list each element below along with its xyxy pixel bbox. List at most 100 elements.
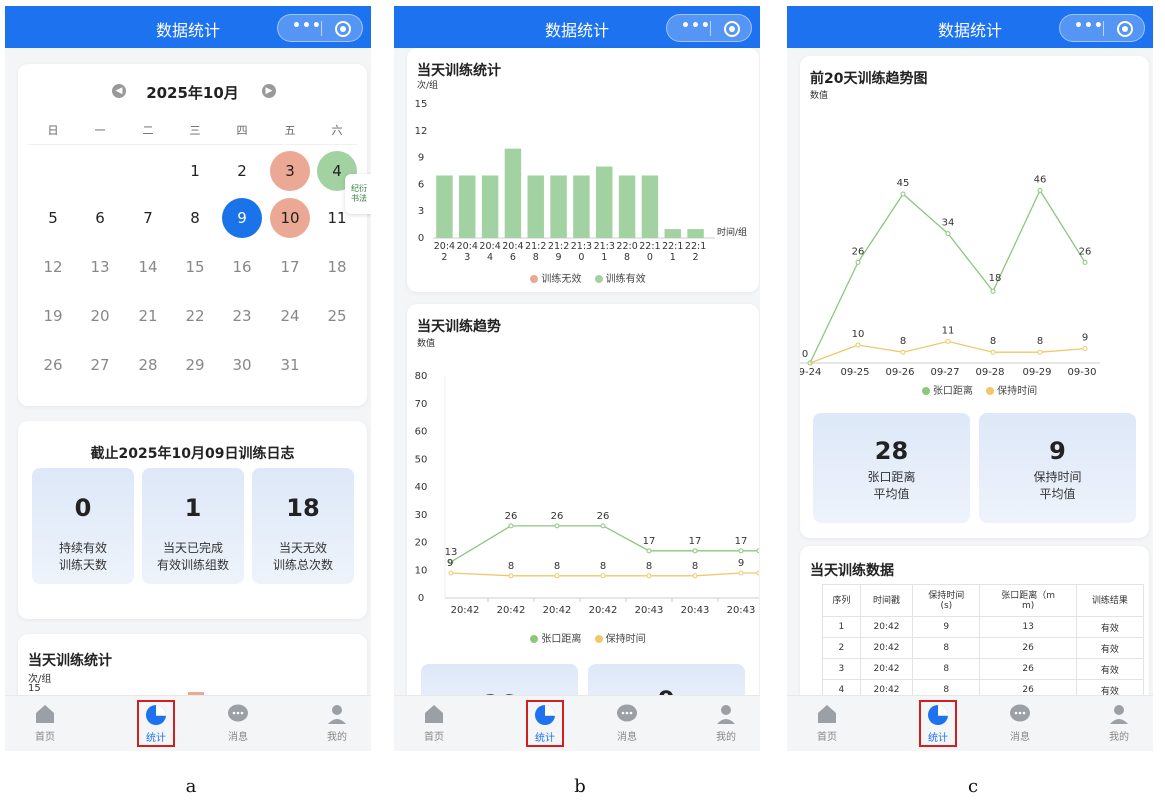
- tab-home[interactable]: 首页: [404, 702, 464, 743]
- calendar-day[interactable]: 31: [270, 345, 310, 385]
- y-tick-label: 50: [415, 454, 428, 465]
- tab-chat-bubble[interactable]: 消息: [597, 702, 657, 743]
- today-data-table: 序列 时间戳 保持时间 (s) 张口距离（m m) 训练结果 1 20:42 9 13 有效 2 20…: [822, 584, 1145, 701]
- calendar-day[interactable]: 19: [33, 296, 73, 336]
- y-tick-label: 10: [415, 565, 428, 576]
- brand-badge-icon[interactable]: 纪衍 书法: [345, 174, 371, 214]
- calendar-day[interactable]: 7: [128, 198, 168, 238]
- x-tick-label: 3: [464, 252, 470, 263]
- calendar-day[interactable]: 15: [175, 247, 215, 287]
- table-header-cell: 保持时间 (s): [912, 584, 981, 617]
- tab-pie-chart[interactable]: 统计: [526, 700, 564, 747]
- weekday-label: 一: [94, 124, 106, 137]
- calendar-divider: [28, 144, 357, 145]
- more-dots-icon[interactable]: •••: [292, 18, 322, 34]
- tab-pie-chart[interactable]: 统计: [137, 700, 175, 747]
- calendar-day[interactable]: 12: [33, 247, 73, 287]
- tab-pie-chart[interactable]: 统计: [919, 700, 957, 747]
- tab-home[interactable]: 首页: [797, 702, 857, 743]
- x-tick-label: 09-29: [1022, 367, 1051, 376]
- series-hold-line-point: [508, 573, 514, 579]
- avg-open-box: 28 张口距离 平均值: [813, 413, 970, 523]
- table-cell: 13: [979, 616, 1077, 638]
- table-row: 3 20:42 8 26 有效: [822, 658, 1145, 680]
- calendar-day[interactable]: 5: [33, 198, 73, 238]
- target-circle-icon[interactable]: [335, 21, 351, 37]
- target-circle-icon[interactable]: [724, 21, 740, 37]
- mini-program-capsule[interactable]: •••: [666, 14, 752, 42]
- data-label-hold: 11: [942, 325, 955, 336]
- more-dots-icon[interactable]: •••: [681, 18, 711, 34]
- table-cell: 26: [979, 658, 1077, 680]
- tab-label: 首页: [424, 732, 444, 743]
- x-tick-label: 0: [647, 252, 653, 263]
- avg-hold-value: 9: [1049, 437, 1066, 465]
- pie-chart-icon: [144, 703, 168, 727]
- y-tick-label: 80: [415, 371, 428, 382]
- daily-stats-first-tick: 15: [28, 683, 41, 694]
- calendar-day[interactable]: 30: [222, 345, 262, 385]
- tab-label: 我的: [716, 732, 736, 743]
- calendar-day[interactable]: 18: [317, 247, 357, 287]
- tab-chat-bubble[interactable]: 消息: [990, 702, 1050, 743]
- calendar-day[interactable]: 25: [317, 296, 357, 336]
- data-label-open: 26: [852, 246, 865, 257]
- tab-user[interactable]: 我的: [696, 702, 756, 743]
- table-header-cell: 张口距离（m m): [979, 584, 1077, 617]
- calendar-day[interactable]: 8: [175, 198, 215, 238]
- calendar-day[interactable]: 29: [175, 345, 215, 385]
- mini-program-capsule[interactable]: •••: [277, 14, 363, 42]
- series-hold-line-point: [554, 573, 560, 579]
- mini-program-capsule[interactable]: •••: [1059, 14, 1145, 42]
- calendar-day[interactable]: 14: [128, 247, 168, 287]
- data-label-open: 46: [1034, 174, 1047, 185]
- capsule-divider: [710, 21, 711, 36]
- tab-chat-bubble[interactable]: 消息: [208, 702, 268, 743]
- legend-hold-swatch: [986, 387, 995, 395]
- calendar-day[interactable]: 13: [80, 247, 120, 287]
- y-tick-label: 6: [418, 179, 424, 190]
- calendar-day[interactable]: 10: [270, 198, 310, 238]
- calendar-day[interactable]: 16: [222, 247, 262, 287]
- calendar-day[interactable]: 23: [222, 296, 262, 336]
- log-stat-label: 持续有效: [58, 541, 107, 555]
- calendar-day[interactable]: 3: [270, 151, 310, 191]
- tab-label: 我的: [327, 732, 347, 743]
- table-header-row: 序列 时间戳 保持时间 (s) 张口距离（m m) 训练结果: [822, 584, 1145, 617]
- more-dots-icon[interactable]: •••: [1074, 18, 1104, 34]
- avg-open-value: 28: [874, 437, 909, 465]
- calendar-day[interactable]: 21: [128, 296, 168, 336]
- calendar-day[interactable]: 24: [270, 296, 310, 336]
- calendar-day[interactable]: 22: [175, 296, 215, 336]
- chat-bubble-icon: [615, 702, 639, 726]
- tab-user[interactable]: 我的: [1089, 702, 1149, 743]
- calendar-day[interactable]: 26: [33, 345, 73, 385]
- calendar-day[interactable]: 1: [175, 151, 215, 191]
- next-month-icon[interactable]: ▶: [262, 84, 276, 98]
- calendar-day[interactable]: 2: [222, 151, 262, 191]
- tab-user[interactable]: 我的: [307, 702, 367, 743]
- caption-c: c: [967, 776, 979, 797]
- calendar-day[interactable]: 20: [80, 296, 120, 336]
- data-label-open: 17: [689, 536, 702, 547]
- user-icon: [325, 702, 349, 726]
- user-icon: [1107, 702, 1131, 726]
- calendar-day[interactable]: 28: [128, 345, 168, 385]
- tab-home[interactable]: 首页: [15, 702, 75, 743]
- x-tick-label: 09-28: [975, 367, 1004, 376]
- y-tick-label: 60: [415, 427, 428, 438]
- y-tick-label: 40: [415, 482, 428, 493]
- daily-trend-card: 当天训练趋势 数值 0 10 20 30 40 50 60 70 80 20:42 20:42 20:…: [407, 304, 759, 704]
- calendar-day[interactable]: 17: [270, 247, 310, 287]
- table-cell: 20:42: [859, 658, 914, 680]
- series-hold-line-point: [1082, 346, 1088, 352]
- target-circle-icon[interactable]: [1117, 21, 1133, 37]
- calendar-card: ◀ 2025年10月 ▶ 日一二三四五六 1 2 3 4 5 6 7 8 9 10 11 12 13 14 1…: [18, 64, 367, 406]
- calendar-day[interactable]: 9: [222, 198, 262, 238]
- x-tick-label: 20:4: [457, 241, 478, 252]
- calendar-day[interactable]: 6: [80, 198, 120, 238]
- table-row: 1 20:42 9 13 有效: [822, 616, 1145, 638]
- calendar-day[interactable]: 27: [80, 345, 120, 385]
- table-header-cell: 训练结果: [1075, 584, 1145, 617]
- data-label-hold: 10: [852, 329, 865, 340]
